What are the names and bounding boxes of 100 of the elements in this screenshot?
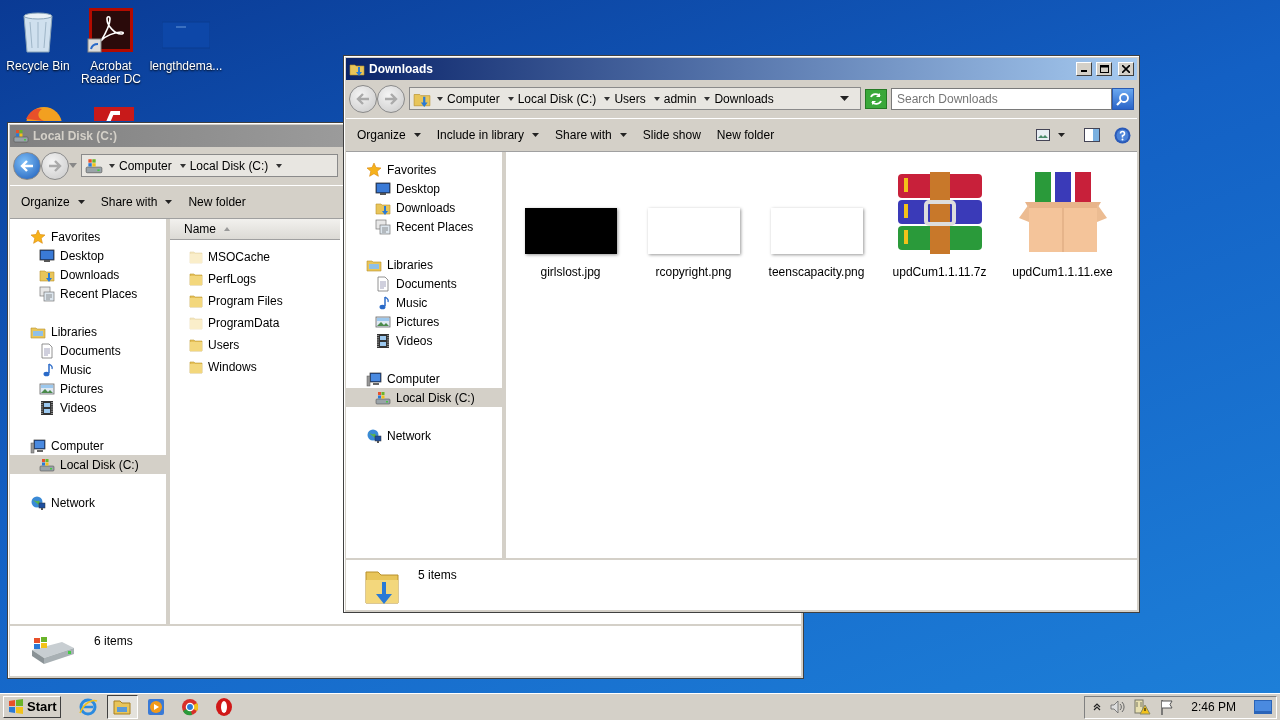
show-hidden-icons-icon[interactable] <box>1093 703 1102 711</box>
folder-icon <box>188 271 204 287</box>
preview-pane-icon[interactable] <box>1084 128 1100 142</box>
windows-logo-icon <box>7 699 25 715</box>
forward-button[interactable] <box>377 84 405 113</box>
nav-item[interactable]: Local Disk (C:) <box>346 388 502 407</box>
folder-item[interactable]: Program Files <box>170 290 340 312</box>
close-button[interactable] <box>1118 62 1134 76</box>
nav-item[interactable]: Downloads <box>10 265 166 284</box>
desktop-icon-label[interactable]: lengthdema... <box>149 60 223 73</box>
package-icon <box>1016 172 1109 254</box>
breadcrumb-item[interactable]: Local Disk (C:) <box>187 156 271 175</box>
toolbar-button[interactable]: Include in library <box>431 124 545 146</box>
breadcrumb-item[interactable]: Local Disk (C:) <box>515 89 599 108</box>
search-button[interactable] <box>1112 87 1134 110</box>
file-item[interactable]: girlslost.jpg <box>509 160 632 281</box>
breadcrumb-item[interactable]: Users <box>612 89 648 108</box>
nav-item[interactable]: Libraries <box>346 255 502 274</box>
folder-item[interactable]: Windows <box>170 356 340 378</box>
computer-icon <box>366 370 382 387</box>
forward-arrow-icon <box>384 92 398 105</box>
folder-item[interactable]: Users <box>170 334 340 356</box>
toolbar-button[interactable]: Organize <box>16 191 90 213</box>
nav-item[interactable]: Computer <box>346 369 502 388</box>
search-field[interactable]: Search Downloads <box>891 87 1112 110</box>
status-text: 5 items <box>418 567 457 584</box>
nav-item[interactable]: Desktop <box>346 179 502 198</box>
back-button[interactable] <box>13 151 41 180</box>
nav-item[interactable]: Documents <box>346 274 502 293</box>
address-bar[interactable]: Computer Local Disk (C:) <box>81 154 338 177</box>
folder-icon <box>188 359 204 375</box>
nav-item[interactable]: Recent Places <box>346 217 502 236</box>
help-icon[interactable] <box>1114 126 1131 144</box>
drive-icon <box>13 128 29 144</box>
document-app-icon[interactable] <box>87 8 135 56</box>
desktop-icon-label[interactable]: Acrobat Reader DC <box>73 60 149 86</box>
network-warning-icon[interactable] <box>1133 699 1152 715</box>
caret-icon <box>413 133 421 137</box>
nav-item[interactable]: Music <box>10 360 166 379</box>
toolbar-button[interactable]: Share with <box>550 124 632 146</box>
window-title: Local Disk (C:) <box>33 128 117 145</box>
address-bar[interactable]: Computer Local Disk (C:) Users admin Downloads <box>409 87 861 110</box>
folder-icon <box>188 293 204 309</box>
back-arrow-icon <box>356 92 370 105</box>
toolbar-button[interactable]: Share with <box>95 191 178 213</box>
breadcrumb-item[interactable]: Computer <box>445 89 502 108</box>
breadcrumb-item[interactable]: admin <box>661 89 699 108</box>
toolbar-button[interactable]: New folder <box>183 191 251 213</box>
nav-item[interactable]: Downloads <box>346 198 502 217</box>
nav-item[interactable]: Favorites <box>10 227 166 246</box>
toolbar-button[interactable]: New folder <box>711 124 780 146</box>
nav-item[interactable]: Network <box>346 426 502 445</box>
desktop-icon-label[interactable]: Recycle Bin <box>6 60 70 73</box>
nav-item[interactable]: Videos <box>346 331 502 350</box>
nav-item[interactable]: Music <box>346 293 502 312</box>
folder-item[interactable]: ProgramData <box>170 312 340 334</box>
media-player-icon <box>146 697 167 717</box>
refresh-icon[interactable] <box>865 88 887 109</box>
nav-item[interactable]: Recent Places <box>10 284 166 303</box>
folder-item[interactable]: PerfLogs <box>170 268 340 290</box>
file-item[interactable]: updCum1.1.11.exe <box>1001 160 1124 281</box>
nav-item[interactable]: Favorites <box>346 160 502 179</box>
nav-item[interactable]: Pictures <box>10 379 166 398</box>
maximize-button[interactable] <box>1096 62 1112 76</box>
film-icon <box>375 332 391 349</box>
column-header[interactable]: Name <box>170 219 340 240</box>
file-item[interactable]: rcopyright.png <box>632 160 755 281</box>
dropdown-icon <box>840 96 849 101</box>
breadcrumb-item[interactable]: Downloads <box>712 89 776 108</box>
folder-item[interactable]: MSOCache <box>170 246 340 268</box>
start-button[interactable]: Start <box>3 696 61 718</box>
file-item[interactable]: teenscapacity.png <box>755 160 878 281</box>
nav-item[interactable]: Pictures <box>346 312 502 331</box>
toolbar-button[interactable]: Organize <box>352 124 426 146</box>
star-icon <box>30 228 46 245</box>
clock[interactable]: 2:46 PM <box>1191 698 1236 716</box>
forward-button[interactable] <box>41 151 69 180</box>
browser-icon <box>78 697 99 717</box>
round-browser-icon <box>180 697 201 717</box>
toolbar-button[interactable]: Slide show <box>637 124 706 146</box>
folder-icon <box>112 697 133 717</box>
nav-item[interactable]: Documents <box>10 341 166 360</box>
drive-icon <box>39 456 55 473</box>
flag-icon[interactable] <box>1159 699 1176 715</box>
nav-item[interactable]: Libraries <box>10 322 166 341</box>
minimize-button[interactable] <box>1076 62 1092 76</box>
monitor-icon <box>375 180 391 197</box>
nav-item[interactable]: Desktop <box>10 246 166 265</box>
nav-item[interactable]: Network <box>10 493 166 512</box>
nav-item[interactable]: Videos <box>10 398 166 417</box>
back-button[interactable] <box>349 84 377 113</box>
nav-item[interactable]: Local Disk (C:) <box>10 455 166 474</box>
breadcrumb-item[interactable]: Computer <box>117 156 174 175</box>
nav-item[interactable]: Computer <box>10 436 166 455</box>
caret-icon <box>69 163 77 168</box>
speaker-icon[interactable] <box>1109 700 1126 714</box>
file-item[interactable]: updCum1.1.11.7z <box>878 160 1001 281</box>
view-icon <box>1036 129 1050 141</box>
taskbar-button[interactable] <box>106 695 138 719</box>
caret-icon <box>109 163 115 168</box>
